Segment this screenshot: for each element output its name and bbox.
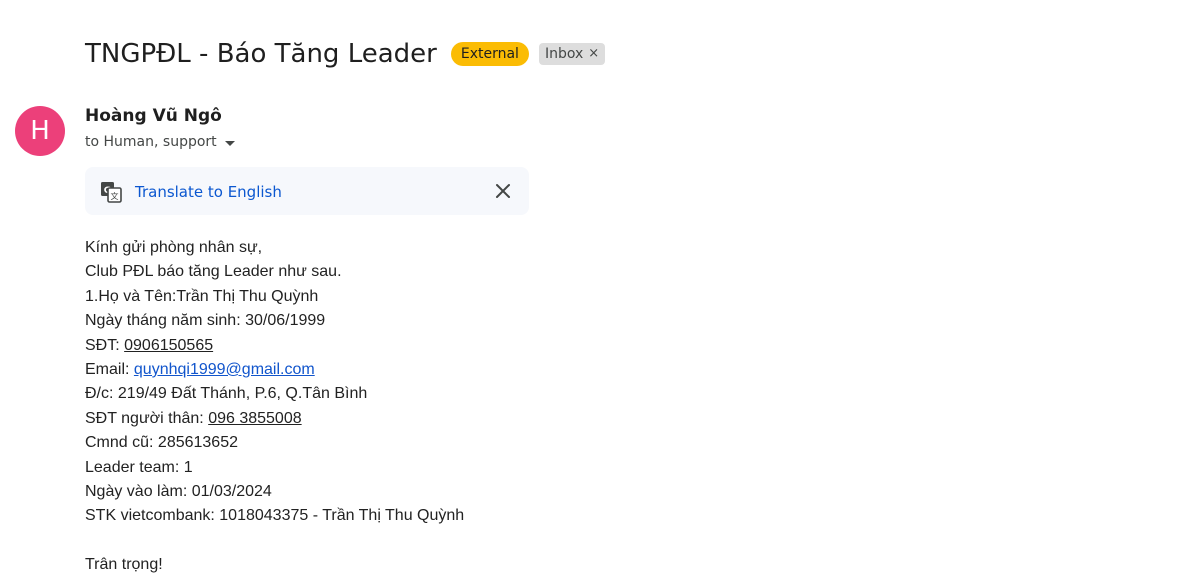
avatar-letter: H	[30, 116, 50, 146]
email-address-link[interactable]: quynhqi1999@gmail.com	[134, 361, 315, 378]
recipients-line: to Human, support	[85, 134, 235, 150]
leader-team-line: Leader team: 1	[85, 458, 193, 476]
email-body: Kính gửi phòng nhân sự, Club PĐL báo tăn…	[85, 236, 464, 577]
close-icon[interactable]	[494, 182, 512, 200]
inbox-label-text: Inbox	[544, 46, 584, 62]
external-badge: External	[450, 42, 529, 66]
relative-phone-line: SĐT người thân: 096 3855008	[85, 407, 464, 431]
relative-phone-link[interactable]: 096 3855008	[208, 410, 301, 427]
sender-name[interactable]: Hoàng Vũ Ngô	[85, 106, 222, 126]
translate-to-english-link[interactable]: Translate to English	[135, 183, 282, 201]
recipients-text: to Human, support	[85, 134, 217, 150]
sender-avatar[interactable]: H	[15, 106, 65, 156]
start-date-line: Ngày vào làm: 01/03/2024	[85, 482, 272, 500]
show-details-dropdown-icon[interactable]	[224, 140, 235, 146]
phone-link[interactable]: 0906150565	[124, 337, 213, 354]
bank-account-line: STK vietcombank: 1018043375 - Trần Thị T…	[85, 507, 465, 525]
date-of-birth-line: Ngày tháng năm sinh: 30/06/1999	[85, 312, 326, 330]
translate-icon: G 文	[101, 182, 122, 203]
full-name-line: 1.Họ và Tên:Trần Thị Thu Quỳnh	[85, 287, 319, 305]
email-label: Email:	[85, 360, 134, 378]
phone-line: SĐT: 0906150565	[85, 334, 464, 358]
closing-line: Trân trọng!	[85, 556, 163, 574]
phone-label: SĐT:	[85, 336, 125, 354]
svg-text:文: 文	[111, 191, 119, 201]
relative-phone-label: SĐT người thân:	[85, 409, 209, 427]
email-subject: TNGPĐL - Báo Tăng Leader	[85, 39, 437, 69]
greeting-line: Kính gửi phòng nhân sự,	[85, 239, 263, 256]
email-line: Email: quynhqi1999@gmail.com	[85, 358, 464, 382]
translate-bar: G 文 Translate to English	[85, 167, 529, 215]
address-line: Đ/c: 219/49 Đất Thánh, P.6, Q.Tân Bình	[85, 385, 368, 403]
remove-label-icon[interactable]: ×	[588, 43, 599, 65]
inbox-label-chip[interactable]: Inbox ×	[538, 43, 606, 65]
id-card-line: Cmnd cũ: 285613652	[85, 434, 238, 452]
intro-line: Club PĐL báo tăng Leader như sau.	[85, 263, 342, 281]
subject-row: TNGPĐL - Báo Tăng Leader External Inbox …	[85, 34, 606, 74]
